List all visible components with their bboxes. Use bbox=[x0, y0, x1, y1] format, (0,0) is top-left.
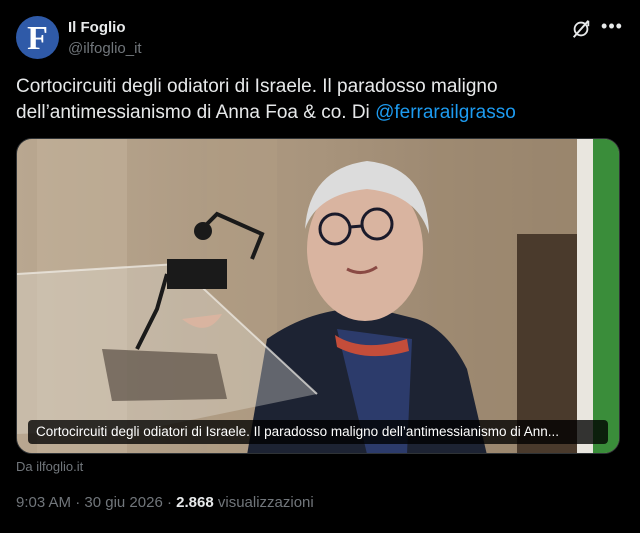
tweet-date[interactable]: 30 giu 2026 bbox=[84, 494, 162, 511]
link-source[interactable]: Da ilfoglio.it bbox=[16, 459, 83, 474]
tweet-text-line1: Cortocircuiti degli odiatori di Israele.… bbox=[16, 76, 498, 97]
link-card-caption[interactable]: Cortocircuiti degli odiatori di Israele.… bbox=[28, 420, 608, 444]
tweet-time[interactable]: 9:03 AM bbox=[16, 494, 71, 511]
photo-illustration bbox=[17, 139, 619, 453]
link-card-image[interactable] bbox=[16, 138, 620, 454]
views-count[interactable]: 2.868 bbox=[176, 494, 214, 511]
views-label: visualizzazioni bbox=[217, 494, 314, 511]
more-icon[interactable]: ••• bbox=[600, 16, 624, 40]
tweet-header: F Il Foglio @ilfoglio_it ••• bbox=[16, 16, 624, 60]
avatar-letter: F bbox=[27, 19, 48, 57]
tweet-text: Cortocircuiti degli odiatori di Israele.… bbox=[16, 74, 616, 126]
author-name[interactable]: Il Foglio bbox=[68, 19, 126, 36]
grok-icon[interactable] bbox=[570, 18, 592, 40]
meta-separator: · bbox=[75, 494, 81, 511]
author-handle[interactable]: @ilfoglio_it bbox=[68, 40, 142, 57]
tweet-text-line2: dell’antimessianismo di Anna Foa & co. D… bbox=[16, 102, 376, 123]
mention-link[interactable]: @ferrarailgrasso bbox=[375, 102, 516, 123]
tweet-meta: 9:03 AM · 30 giu 2026 · 2.868 visualizza… bbox=[16, 494, 314, 511]
avatar[interactable]: F bbox=[16, 16, 59, 59]
meta-separator-2: · bbox=[166, 494, 172, 511]
